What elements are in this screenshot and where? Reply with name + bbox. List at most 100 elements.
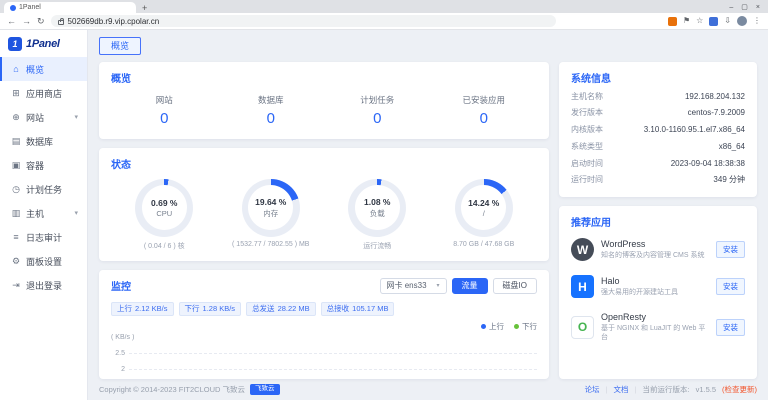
- sidebar-item-label: 日志审计: [26, 231, 62, 244]
- y-axis-unit: ( KB/s ): [111, 334, 537, 341]
- download-icon[interactable]: ⇩: [724, 17, 731, 25]
- disk-io-button[interactable]: 磁盘IO: [493, 278, 537, 294]
- app-item-halo: H Halo 强大易用的开源建站工具 安装: [571, 268, 745, 305]
- sidebar-item-host[interactable]: ▥ 主机 ▾: [0, 201, 87, 225]
- sidebar-item-label: 退出登录: [26, 279, 62, 292]
- browser-address-bar: ← → ↻ 502669db.r9.vip.cpolar.cn ⚑ ☆ ⇩ ⋮: [0, 13, 768, 30]
- logo[interactable]: 1 1Panel: [0, 30, 87, 57]
- version-value: v1.5.5: [696, 385, 716, 394]
- sidebar-item-logout[interactable]: ⇥ 退出登录: [0, 273, 87, 297]
- legend-down-dot: [514, 324, 519, 329]
- info-row-arch: 系统类型 x86_64: [571, 139, 745, 156]
- cpu-gauge[interactable]: 0.69 % CPU ( 0.04 / 6 ) 核: [111, 179, 218, 251]
- gauge-percent: 14.24 %: [468, 198, 499, 208]
- stat-database[interactable]: 数据库 0: [218, 94, 325, 127]
- extension-orange-icon[interactable]: [668, 17, 677, 26]
- window-minimize-icon[interactable]: –: [729, 4, 733, 11]
- extension-blue-icon[interactable]: [709, 17, 718, 26]
- gauge-subtext: ( 0.04 / 6 ) 核: [144, 241, 185, 251]
- browser-tab[interactable]: 1Panel: [4, 2, 136, 13]
- footer: Copyright © 2014-2023 FIT2CLOUD 飞致云 飞致云 …: [99, 379, 757, 400]
- sidebar-item-cronjob[interactable]: ◷ 计划任务: [0, 177, 87, 201]
- database-icon: ▤: [11, 136, 21, 147]
- sidebar-item-label: 容器: [26, 159, 44, 172]
- gauge-ring: 1.08 % 负载: [348, 179, 406, 237]
- new-tab-button[interactable]: +: [142, 3, 147, 13]
- sidebar-item-label: 数据库: [26, 135, 53, 148]
- logo-text: 1Panel: [26, 38, 60, 50]
- gauge-center: 0.69 % CPU: [142, 185, 187, 230]
- sidebar-item-settings[interactable]: ⚙ 面板设置: [0, 249, 87, 273]
- profile-avatar[interactable]: [737, 16, 747, 26]
- sidebar-nav: ⌂ 概览 ⊞ 应用商店 ⊕ 网站 ▾ ▤ 数据库 ▣ 容: [0, 57, 87, 297]
- total-received-tag: 总接收105.17 MB: [321, 302, 395, 316]
- install-halo-button[interactable]: 安装: [716, 278, 745, 295]
- globe-icon: ⊕: [11, 112, 21, 123]
- info-row-kernel: 内核版本 3.10.0-1160.95.1.el7.x86_64: [571, 122, 745, 139]
- stat-cronjob[interactable]: 计划任务 0: [324, 94, 431, 127]
- load-gauge[interactable]: 1.08 % 负载 运行流畅: [324, 179, 431, 251]
- recommended-apps-card: 推荐应用 W WordPress 知名的博客及内容管理 CMS 系统 安装 H: [559, 206, 757, 379]
- up-rate-tag: 上行2.12 KB/s: [111, 302, 174, 316]
- nic-select[interactable]: 网卡 ens33 ▾: [380, 278, 447, 294]
- gridline: [129, 353, 537, 354]
- sidebar-item-logs[interactable]: ≡ 日志审计: [0, 225, 87, 249]
- overview-card: 概览 网站 0 数据库 0 计划任务: [99, 62, 549, 139]
- monitor-card: 监控 网卡 ens33 ▾ 流量 磁盘IO: [99, 270, 549, 380]
- info-row-boot-time: 启动时间 2023-09-04 18:38:38: [571, 156, 745, 173]
- traffic-button[interactable]: 流量: [452, 278, 488, 294]
- forward-icon[interactable]: →: [22, 17, 31, 26]
- window-maximize-icon[interactable]: ▢: [741, 3, 748, 11]
- window-close-icon[interactable]: ×: [756, 4, 760, 11]
- install-openresty-button[interactable]: 安装: [716, 319, 745, 336]
- gauge-percent: 19.64 %: [255, 197, 286, 207]
- footer-brand-badge[interactable]: 飞致云: [250, 384, 280, 394]
- forum-link[interactable]: 论坛: [585, 384, 600, 395]
- chevron-down-icon: ▾: [74, 209, 78, 217]
- sidebar-item-website[interactable]: ⊕ 网站 ▾: [0, 105, 87, 129]
- gauge-ring: 0.69 % CPU: [135, 179, 193, 237]
- lock-icon: [58, 20, 64, 25]
- tab-title: 1Panel: [19, 4, 41, 11]
- traffic-stats: 上行2.12 KB/s 下行1.28 KB/s 总发送28.22 MB 总接收1…: [111, 302, 537, 316]
- home-icon: ⌂: [11, 64, 21, 74]
- gauge-label: CPU: [156, 209, 172, 218]
- url-text: 502669db.r9.vip.cpolar.cn: [68, 17, 160, 26]
- back-icon[interactable]: ←: [7, 17, 16, 26]
- legend-up[interactable]: 上行: [481, 321, 504, 332]
- panel-app: 1 1Panel ⌂ 概览 ⊞ 应用商店 ⊕ 网站 ▾ ▤: [0, 30, 768, 400]
- sidebar-item-overview[interactable]: ⌂ 概览: [0, 57, 87, 81]
- check-update-link[interactable]: (检查更新): [722, 384, 757, 395]
- stat-website[interactable]: 网站 0: [111, 94, 218, 127]
- flag-icon[interactable]: ⚑: [683, 17, 690, 25]
- gauge-center: 19.64 % 内存: [248, 185, 293, 230]
- reload-icon[interactable]: ↻: [37, 17, 45, 26]
- sidebar-item-app-store[interactable]: ⊞ 应用商店: [0, 81, 87, 105]
- route-tab-overview[interactable]: 概览: [99, 37, 141, 55]
- sidebar-item-database[interactable]: ▤ 数据库: [0, 129, 87, 153]
- info-row-uptime: 运行时间 349 分钟: [571, 172, 745, 189]
- docs-link[interactable]: 文档: [614, 384, 629, 395]
- sidebar-item-label: 计划任务: [26, 183, 62, 196]
- legend-down[interactable]: 下行: [514, 321, 537, 332]
- gauge-center: 1.08 % 负载: [355, 185, 400, 230]
- tab-favicon: [10, 5, 16, 11]
- version-label: 当前运行版本:: [642, 384, 689, 395]
- gauge-label: /: [483, 209, 485, 218]
- gauge-center: 14.24 % /: [461, 185, 506, 230]
- address-input[interactable]: 502669db.r9.vip.cpolar.cn: [51, 15, 556, 27]
- sidebar-item-container[interactable]: ▣ 容器: [0, 153, 87, 177]
- stat-installed-apps[interactable]: 已安装应用 0: [431, 94, 538, 127]
- gauge-ring: 19.64 % 内存: [242, 179, 300, 237]
- disk-gauge[interactable]: 14.24 % / 8.70 GB / 47.68 GB: [431, 179, 538, 251]
- info-row-release: 发行版本 centos-7.9.2009: [571, 105, 745, 122]
- sidebar: 1 1Panel ⌂ 概览 ⊞ 应用商店 ⊕ 网站 ▾ ▤: [0, 30, 88, 400]
- browser-menu-icon[interactable]: ⋮: [753, 17, 761, 25]
- bookmark-star-icon[interactable]: ☆: [696, 17, 703, 25]
- install-wordpress-button[interactable]: 安装: [716, 241, 745, 258]
- gauge-percent: 1.08 %: [364, 197, 390, 207]
- memory-gauge[interactable]: 19.64 % 内存 ( 1532.77 / 7802.55 ) MB: [218, 179, 325, 251]
- container-icon: ▣: [11, 160, 21, 171]
- sidebar-item-label: 网站: [26, 111, 44, 124]
- browser-window: 1Panel + – ▢ × ← → ↻ 502669db.r9.vip.cpo…: [0, 0, 768, 400]
